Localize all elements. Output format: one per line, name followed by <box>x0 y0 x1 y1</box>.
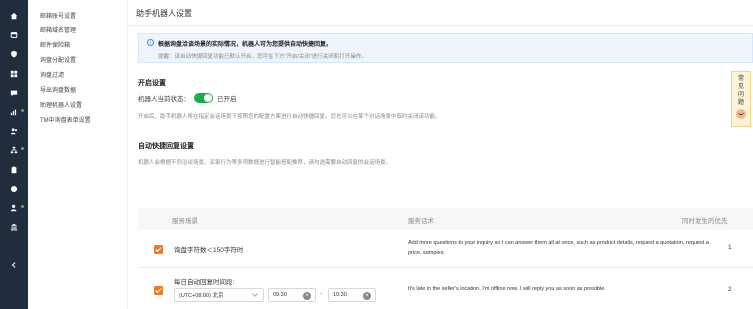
start-time-input[interactable]: 09:30 × <box>268 288 316 302</box>
contacts-icon[interactable] <box>0 125 28 137</box>
toggle-knob <box>204 94 212 102</box>
settings-sidebar: 邮箱账号设置 邮箱域名管理 邮件保险箱 询盘分配设置 询盘过滤 导出询盘数据 助… <box>28 0 128 309</box>
auto-reply-description: 机器人会根据不同洽谈场景、买家行为等多项数据进行智能搭配推荐，请勾选需要自动回复… <box>138 160 392 166</box>
grid-icon[interactable] <box>0 68 28 80</box>
analytics-icon[interactable] <box>0 106 28 118</box>
row-checkbox[interactable] <box>154 245 163 254</box>
info-icon: i <box>147 39 154 46</box>
message-icon[interactable] <box>0 87 28 99</box>
files-icon[interactable] <box>0 164 28 176</box>
shield-icon[interactable] <box>0 48 28 60</box>
main-content: 助手机器人设置 i 根据询盘洽谈场景的实际情况，机器人可为您提供自动快捷回复。 … <box>128 0 753 309</box>
sidebar-item-export-inquiry[interactable]: 导出询盘数据 <box>40 85 76 94</box>
time-separator: - <box>320 291 322 297</box>
table-row: 询盘字符数＜150字符时 Add more questions to your … <box>138 230 753 268</box>
divider <box>128 25 753 26</box>
auto-reply-section-title: 自动快捷回复设置 <box>138 143 194 150</box>
icon-rail <box>0 0 28 309</box>
notice-title: 根据询盘洽谈场景的实际情况，机器人可为您提供自动快捷回复。 <box>158 42 333 48</box>
header-scenario: 服务场景 <box>172 218 198 225</box>
status-label: 机器人当前状态： <box>138 96 190 103</box>
bot-status-toggle[interactable] <box>194 93 213 103</box>
sitemap-icon[interactable] <box>0 144 28 156</box>
sidebar-item-tm-form[interactable]: TM中询盘表单设置 <box>40 115 91 124</box>
row-checkbox[interactable] <box>154 286 163 295</box>
sidebar-item-mail-domain[interactable]: 邮箱域名管理 <box>40 25 76 34</box>
sidebar-item-inquiry-assign[interactable]: 询盘分配设置 <box>40 55 76 64</box>
end-time-value: 10:30 <box>333 292 347 298</box>
clear-icon[interactable]: × <box>303 291 311 300</box>
timezone-value: (UTC+08:00) 北京 <box>179 293 224 299</box>
home-icon[interactable] <box>0 10 28 22</box>
bot-status-row: 机器人当前状态： 已开启 <box>138 93 237 103</box>
enable-description: 开启后，助手机器人将在指定会话场景下按照您的配置方案进行自动快捷回复。您也可以在… <box>138 114 441 120</box>
sidebar-item-mail-account[interactable]: 邮箱账号设置 <box>40 11 76 20</box>
bank-icon[interactable] <box>0 221 28 233</box>
table-row: 每日自动回复时间段: (UTC+08:00) 北京 09:30 × - 10:3… <box>138 268 753 309</box>
faq-char: 见 <box>737 84 744 90</box>
chevron-down-icon <box>252 291 258 297</box>
row-script: Add more questions to your inquiry so I … <box>408 240 709 256</box>
row-scenario: 询盘字符数＜150字符时 <box>174 247 244 254</box>
enable-section-title: 开启设置 <box>138 80 166 87</box>
end-time-input[interactable]: 10:30 × <box>328 288 376 302</box>
faq-avatar-icon <box>736 109 746 119</box>
row-script: It's late in the seller's location, I'm … <box>408 286 606 292</box>
row-priority: 1 <box>728 244 732 251</box>
notice-hint: 提醒：该自动快捷回复功能已默认开启，您可在下方“开启/关闭”进行关闭和打开操作。 <box>158 54 367 60</box>
row-priority: 2 <box>728 286 732 293</box>
header-priority: 同时发生的优先 <box>682 218 728 225</box>
collapse-icon[interactable] <box>0 259 28 271</box>
globe-icon[interactable] <box>0 183 28 195</box>
faq-char: 题 <box>737 100 744 106</box>
sidebar-item-inquiry-filter[interactable]: 询盘过滤 <box>40 70 64 79</box>
header-script: 服务话术 <box>408 218 434 225</box>
status-value: 已开启 <box>217 96 237 103</box>
faq-char: 常 <box>737 76 744 82</box>
user-settings-icon[interactable] <box>0 202 28 214</box>
row-scenario: 每日自动回复时间段: <box>174 279 235 286</box>
start-time-value: 09:30 <box>273 292 287 298</box>
faq-char: 问 <box>737 92 744 98</box>
clear-icon[interactable]: × <box>363 291 371 300</box>
sidebar-item-assistant-bot[interactable]: 助理机器人设置 <box>40 100 82 109</box>
faq-button[interactable]: 常 见 问 题 <box>731 71 751 127</box>
timezone-select[interactable]: (UTC+08:00) 北京 <box>174 288 264 302</box>
page-title: 助手机器人设置 <box>136 9 192 18</box>
sidebar-item-mail-safe[interactable]: 邮件保险箱 <box>40 40 70 49</box>
mailbox-icon[interactable] <box>0 29 28 41</box>
table-header: 服务场景 服务话术 同时发生的优先 <box>138 208 753 230</box>
info-notice: i 根据询盘洽谈场景的实际情况，机器人可为您提供自动快捷回复。 提醒：该自动快捷… <box>138 33 753 63</box>
